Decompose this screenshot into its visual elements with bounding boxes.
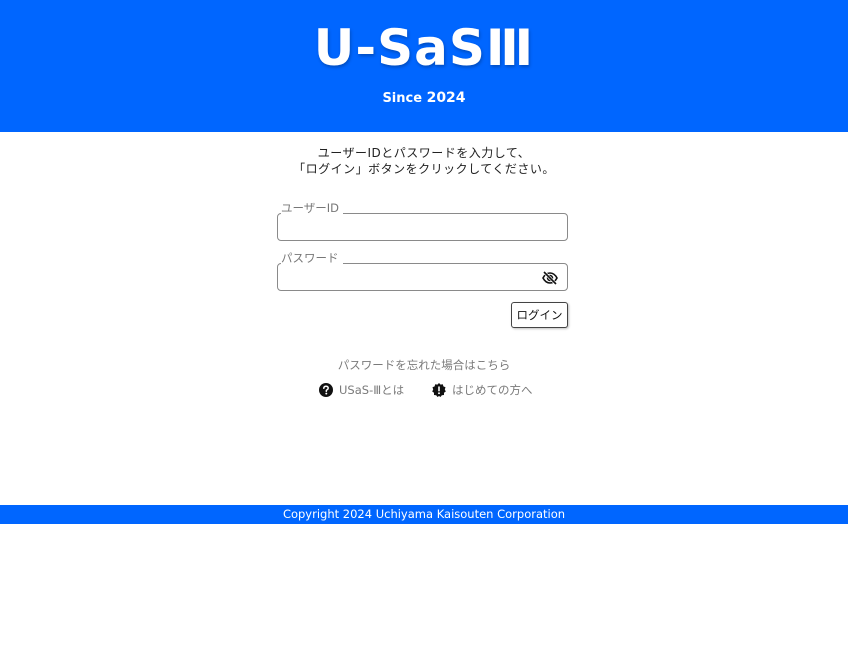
password-input[interactable]	[286, 265, 536, 289]
login-instructions: ユーザーIDとパスワードを入力して、 「ログイン」ボタンをクリックしてください。	[0, 145, 848, 177]
password-label: パスワード	[281, 251, 343, 265]
first-time-link[interactable]: はじめての方へ	[432, 381, 533, 399]
about-link-label: USaS-Ⅲとは	[339, 383, 405, 397]
password-field[interactable]	[277, 263, 568, 291]
header-banner: U-SaSⅢ Since 2024	[0, 0, 848, 132]
about-link[interactable]: USaS-Ⅲとは	[319, 381, 409, 399]
eye-off-icon[interactable]	[542, 270, 558, 286]
since-year: 2024	[426, 90, 466, 106]
exclamation-badge-icon	[432, 383, 446, 397]
app-logo: U-SaSⅢ	[313, 19, 535, 77]
first-time-link-label: はじめての方へ	[452, 383, 533, 397]
instructions-line-1: ユーザーIDとパスワードを入力して、	[317, 146, 531, 160]
footer: Copyright 2024 Uchiyama Kaisouten Corpor…	[0, 505, 848, 524]
user-id-label: ユーザーID	[281, 201, 344, 215]
question-circle-icon	[319, 383, 333, 397]
user-id-field[interactable]	[277, 213, 568, 241]
forgot-password-link[interactable]: パスワードを忘れた場合はこちら	[0, 357, 848, 373]
user-id-input[interactable]	[286, 215, 536, 239]
since-label: Since	[382, 91, 423, 106]
login-button[interactable]: ログイン	[511, 302, 568, 328]
since-text: Since 2024	[0, 88, 848, 109]
instructions-line-2: 「ログイン」ボタンをクリックしてください。	[293, 162, 555, 176]
copyright-text: Copyright 2024 Uchiyama Kaisouten Corpor…	[282, 507, 566, 521]
